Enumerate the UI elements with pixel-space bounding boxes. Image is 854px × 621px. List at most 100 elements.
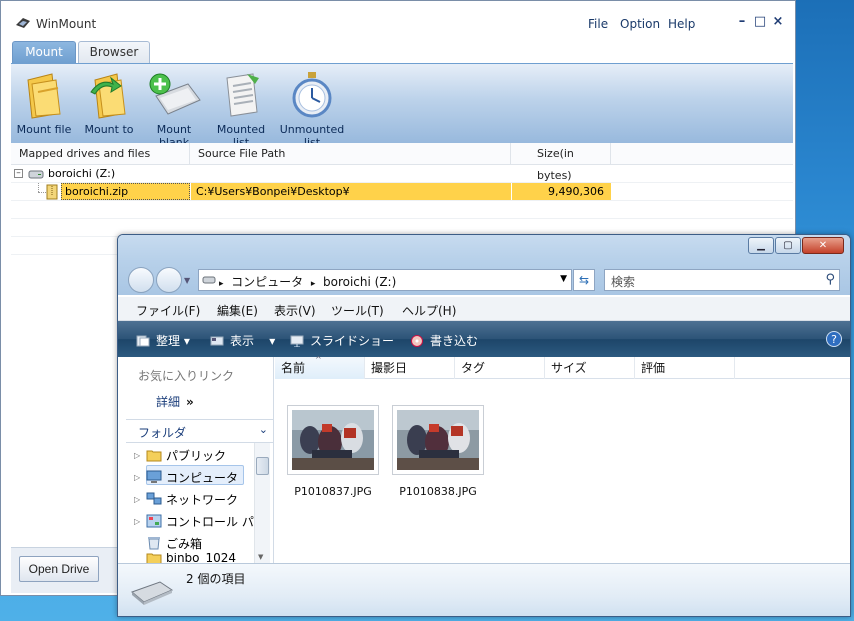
menu-help-jp[interactable]: ヘルプ(H) — [402, 302, 456, 319]
expand-icon[interactable]: ▷ — [134, 495, 144, 504]
winmount-logo-icon — [16, 18, 30, 28]
folders-header[interactable]: フォルダ ⌄ — [126, 419, 274, 443]
view-label: 表示 — [230, 334, 255, 348]
menu-edit-jp[interactable]: 編集(E) — [217, 302, 258, 319]
tree-item-recycle-bin[interactable]: ごみ箱 — [134, 533, 202, 553]
menu-file[interactable]: File — [588, 17, 608, 31]
col-size[interactable]: サイズ — [545, 357, 635, 379]
col-date-taken[interactable]: 撮影日 — [365, 357, 455, 379]
col-size[interactable]: Size(in bytes) — [511, 143, 611, 182]
breadcrumb-separator-icon: ▸ — [219, 279, 224, 289]
unmounted-list-button[interactable]: Unmounted list — [275, 70, 349, 149]
tree-label: パブリック — [166, 448, 227, 463]
details-link[interactable]: 詳細 » — [156, 393, 194, 410]
mount-blank-button[interactable]: Mount blank — [141, 70, 207, 149]
burn-button[interactable]: 書き込む — [410, 332, 478, 349]
recycle-bin-icon — [148, 537, 160, 550]
chevron-down-icon[interactable]: ⌄ — [259, 423, 268, 436]
scroll-down-icon[interactable]: ▼ — [258, 553, 263, 561]
slideshow-label: スライドショー — [310, 334, 395, 348]
col-rating[interactable]: 評価 — [635, 357, 735, 379]
menu-file-jp[interactable]: ファイル(F) — [136, 302, 200, 319]
slideshow-icon — [290, 335, 304, 347]
tree-item-control-panel[interactable]: ▷ コントロール パ — [134, 511, 254, 531]
menu-option[interactable]: Option — [620, 17, 660, 31]
col-source-path[interactable]: Source File Path — [190, 143, 511, 165]
menu-view-jp[interactable]: 表示(V) — [274, 302, 316, 319]
control-panel-icon — [146, 514, 162, 528]
favorite-links-title: お気に入りリンク — [138, 369, 235, 383]
document-list-icon — [226, 73, 259, 117]
expand-icon[interactable]: ▷ — [134, 473, 144, 482]
open-drive-button[interactable]: Open Drive — [19, 556, 99, 582]
details-arrow-icon: » — [186, 395, 194, 409]
minimize-icon[interactable]: – — [735, 15, 749, 29]
search-input[interactable]: 検索 ⚲ — [604, 269, 840, 291]
explorer-window: ▁ ▢ ✕ ▼ ▸ コンピュータ ▸ boroichi (Z:) ▼ ⇆ 検索 … — [117, 234, 851, 617]
drive-label: boroichi (Z:) — [48, 167, 116, 180]
scrollbar-thumb[interactable] — [256, 457, 269, 475]
mount-to-button[interactable]: Mount to — [81, 70, 137, 136]
drive-icon — [202, 276, 216, 284]
close-icon[interactable]: × — [771, 15, 785, 29]
table-row-selected[interactable]: boroichi.zip C:¥Users¥Bonpei¥Desktop¥ 9,… — [11, 183, 793, 201]
tab-bar: Mount Browser — [12, 41, 152, 63]
history-chevron-icon[interactable]: ▼ — [184, 276, 190, 293]
expand-icon[interactable]: ▷ — [134, 517, 144, 526]
refresh-icon[interactable]: ⇆ — [573, 269, 595, 291]
maximize-icon[interactable]: ▢ — [775, 237, 801, 254]
command-bar: 整理 ▾ 表示 ▾ スライドショー 書き込む ? — [118, 321, 850, 357]
file-item[interactable]: P1010838.JPG — [392, 405, 484, 498]
tab-mount[interactable]: Mount — [12, 41, 76, 63]
tree-line — [38, 183, 39, 192]
maximize-icon[interactable]: □ — [753, 15, 767, 29]
tree-label: コンピュータ — [166, 470, 239, 485]
tree-scrollbar[interactable]: ▼ — [254, 443, 270, 563]
tree-item-public[interactable]: ▷ パブリック — [134, 445, 226, 465]
tree-item-network[interactable]: ▷ ネットワーク — [134, 489, 238, 509]
back-button[interactable] — [128, 267, 154, 293]
collapse-icon[interactable]: – — [14, 169, 23, 178]
winmount-titlebar[interactable]: WinMount File Option Help – □ × — [1, 1, 795, 41]
address-dropdown-icon[interactable]: ▼ — [560, 274, 567, 284]
organize-label: 整理 — [156, 334, 181, 348]
tree-item-computer[interactable]: ▷ コンピュータ — [134, 467, 238, 487]
expand-icon[interactable]: ▷ — [134, 451, 144, 460]
table-row[interactable]: – boroichi (Z:) — [11, 165, 793, 183]
minimize-icon[interactable]: ▁ — [748, 237, 774, 254]
mounted-list-button[interactable]: Mounted list — [209, 70, 273, 149]
tree-label: ネットワーク — [166, 492, 239, 507]
col-name[interactable]: 名前 ^ — [275, 355, 365, 379]
computer-icon — [146, 470, 162, 483]
organize-icon — [136, 335, 150, 347]
zip-file-icon — [46, 184, 58, 200]
col-mapped-drives[interactable]: Mapped drives and files — [11, 143, 190, 165]
file-size: 9,490,306 — [548, 185, 604, 198]
breadcrumb-drive[interactable]: boroichi (Z:) — [323, 275, 396, 289]
address-bar[interactable]: ▸ コンピュータ ▸ boroichi (Z:) ▼ — [198, 269, 572, 291]
menu-tools-jp[interactable]: ツール(T) — [331, 302, 384, 319]
navigation-pane: お気に入りリンク 詳細 » フォルダ ⌄ ▷ パブリック ▷ コンピュータ ▷ ネ… — [126, 357, 274, 563]
tree-item-binbo[interactable]: binbo_1024 — [134, 553, 236, 563]
folder-arrow-icon — [90, 73, 126, 119]
search-icon[interactable]: ⚲ — [825, 272, 835, 287]
burn-disc-icon — [411, 335, 423, 347]
mount-file-button[interactable]: Mount file — [15, 70, 73, 136]
file-item[interactable]: P1010837.JPG — [287, 405, 379, 498]
drive-add-icon — [149, 73, 201, 115]
network-icon — [146, 492, 162, 505]
sort-ascending-icon: ^ — [315, 355, 322, 364]
slideshow-button[interactable]: スライドショー — [290, 332, 394, 349]
breadcrumb-computer[interactable]: コンピュータ — [231, 275, 303, 289]
breadcrumb: ▸ コンピュータ ▸ boroichi (Z:) — [219, 273, 396, 290]
organize-button[interactable]: 整理 ▾ — [136, 332, 190, 349]
tab-browser[interactable]: Browser — [78, 41, 150, 63]
help-icon[interactable]: ? — [826, 331, 842, 347]
view-button[interactable]: 表示 ▾ — [210, 332, 275, 349]
close-icon[interactable]: ✕ — [802, 237, 844, 254]
col-tags[interactable]: タグ — [455, 357, 545, 379]
forward-button[interactable] — [156, 267, 182, 293]
menu-help[interactable]: Help — [668, 17, 695, 31]
explorer-titlebar[interactable]: ▁ ▢ ✕ ▼ ▸ コンピュータ ▸ boroichi (Z:) ▼ ⇆ 検索 … — [118, 235, 850, 295]
file-name: boroichi.zip — [65, 185, 129, 198]
